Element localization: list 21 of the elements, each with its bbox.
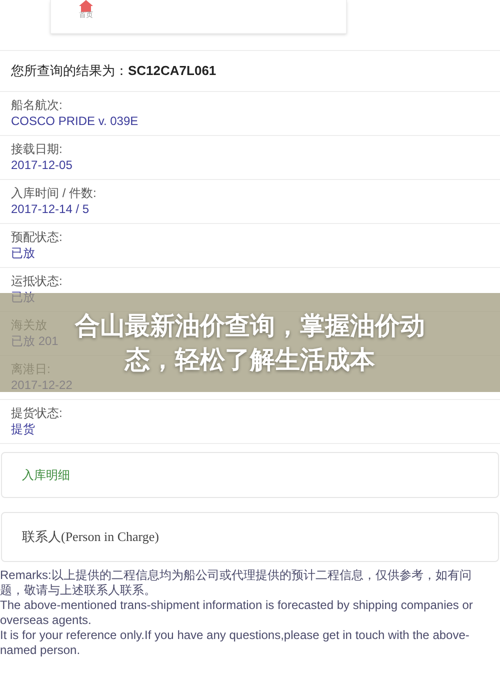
field-value: 提货 [11, 420, 35, 436]
contact-title: 联系人(Person in Charge) [22, 528, 159, 546]
field-value: 2017-12-14 / 5 [11, 200, 90, 216]
remarks-text: The above-mentioned trans-shipment information is forecasted by shipping companies or overseas agents. [0, 598, 474, 628]
field-label: 运抵状态: [11, 272, 62, 288]
field-label: 提货状态: [11, 404, 62, 420]
field-label: 接载日期: [11, 140, 62, 156]
field-label: 预配状态: [11, 228, 62, 244]
remarks-text: It is for your reference only.If you have any questions,please get in touch with the above-named person. [0, 628, 470, 658]
headline-title: 合山最新油价查询，掌握油价动态，轻松了解生活成本 [74, 310, 426, 376]
field-label: 船名航次: [11, 96, 62, 112]
field-value: 已放 [11, 288, 35, 304]
house-icon [79, 0, 93, 12]
field-label: 入库时间 / 件数: [11, 184, 96, 200]
result-value: SC12CA7L061 [128, 63, 216, 78]
inbound-detail-link[interactable]: 入库明细 [22, 466, 70, 484]
field-value: 已放 [11, 244, 35, 260]
result-label: 您所查询的结果为： [11, 63, 128, 78]
field-value: COSCO PRIDE v. 039E [11, 112, 138, 128]
field-value: 2017-12-05 [11, 156, 72, 172]
remarks-text: Remarks:以上提供的二程信息均为船公司或代理提供的预计二程信息，仅供参考，如有问题，敬请与上述联系人联系。 [0, 568, 472, 598]
